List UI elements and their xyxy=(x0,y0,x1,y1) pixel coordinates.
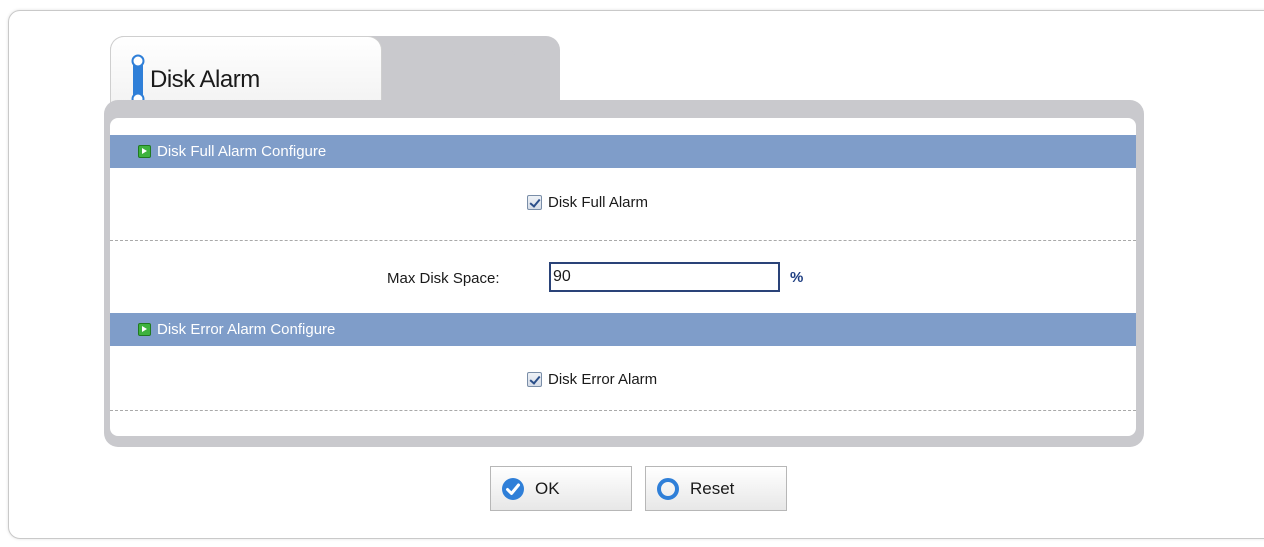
percent-unit-label: % xyxy=(790,269,804,286)
section-header-disk-error: Disk Error Alarm Configure xyxy=(110,313,1136,346)
section-header-disk-full: Disk Full Alarm Configure xyxy=(110,135,1136,168)
ok-button-label: OK xyxy=(535,478,560,498)
tab-title: Disk Alarm xyxy=(150,66,260,93)
divider xyxy=(110,410,1136,411)
disk-error-alarm-option[interactable]: Disk Error Alarm xyxy=(527,371,657,388)
disk-full-alarm-label: Disk Full Alarm xyxy=(548,194,649,211)
circle-icon xyxy=(657,477,679,500)
tab-marker-icon xyxy=(131,54,145,106)
section-header-label: Disk Error Alarm Configure xyxy=(157,321,336,338)
disk-error-alarm-checkbox[interactable] xyxy=(527,372,542,387)
section-header-label: Disk Full Alarm Configure xyxy=(157,143,327,160)
disk-full-alarm-checkbox[interactable] xyxy=(527,195,542,210)
ok-button[interactable]: OK xyxy=(490,466,632,511)
max-disk-space-label: Max Disk Space: xyxy=(387,270,500,287)
reset-button-label: Reset xyxy=(690,478,735,498)
expand-arrow-icon xyxy=(138,145,151,158)
reset-button[interactable]: Reset xyxy=(645,466,787,511)
divider xyxy=(110,240,1136,241)
disk-full-alarm-option[interactable]: Disk Full Alarm xyxy=(527,194,648,211)
tab-slant-decoration xyxy=(370,36,560,106)
max-disk-space-input[interactable] xyxy=(549,262,780,292)
checkmark-icon xyxy=(502,477,524,500)
disk-error-alarm-label: Disk Error Alarm xyxy=(548,371,658,388)
expand-arrow-icon xyxy=(138,323,151,336)
